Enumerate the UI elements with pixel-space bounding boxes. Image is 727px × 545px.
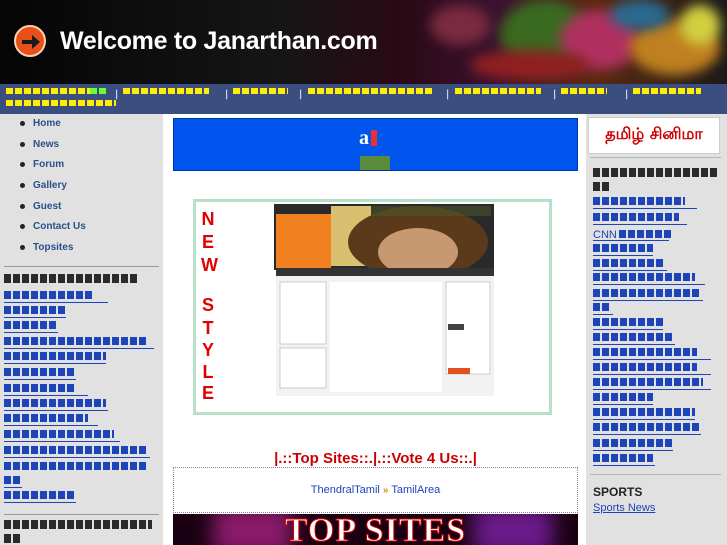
right-link[interactable] bbox=[593, 244, 653, 252]
new-style-letter: N bbox=[201, 209, 215, 229]
tamil-cinema-banner[interactable]: தமிழ் சினிமா bbox=[588, 117, 720, 154]
right-link[interactable] bbox=[593, 259, 665, 267]
tamil-cinema-text: தமிழ் சினிமா bbox=[605, 124, 703, 143]
nav-item-7[interactable] bbox=[633, 87, 701, 96]
nav-item-1[interactable] bbox=[6, 87, 106, 96]
right-section-heading bbox=[593, 168, 717, 177]
arrow-right-icon bbox=[14, 25, 46, 57]
sidebar-link[interactable] bbox=[4, 368, 76, 376]
nav-separator: | bbox=[446, 89, 450, 100]
new-style-letter: W bbox=[201, 255, 218, 275]
nav-item-5[interactable] bbox=[455, 87, 541, 96]
divider bbox=[4, 514, 159, 515]
right-link[interactable] bbox=[593, 408, 695, 416]
sidebar-link[interactable] bbox=[4, 476, 20, 484]
nav-separator: | bbox=[299, 89, 303, 100]
right-link[interactable] bbox=[619, 230, 671, 238]
sidebar-section-heading bbox=[4, 274, 138, 283]
nav-item-6[interactable] bbox=[561, 87, 607, 96]
sports-heading: SPORTS bbox=[593, 485, 643, 499]
nav-item-4[interactable] bbox=[308, 87, 434, 96]
site-title: Welcome to Janarthan.com bbox=[60, 27, 378, 55]
sidebar-link[interactable] bbox=[4, 337, 146, 345]
nav-item-2[interactable] bbox=[123, 87, 209, 96]
nav-item-8[interactable] bbox=[6, 99, 116, 108]
nav-item-3[interactable] bbox=[233, 87, 288, 96]
top-site-link[interactable]: ThendralTamil bbox=[311, 484, 380, 496]
new-style-preview[interactable] bbox=[193, 199, 552, 415]
right-link[interactable] bbox=[593, 454, 653, 462]
menu-item-home[interactable]: Home bbox=[20, 118, 86, 139]
ad-logo-letter: a bbox=[359, 127, 369, 149]
sidebar-link[interactable] bbox=[4, 321, 58, 329]
nav-separator: | bbox=[553, 89, 557, 100]
right-link[interactable] bbox=[593, 213, 679, 221]
divider bbox=[590, 157, 721, 158]
right-link[interactable] bbox=[593, 197, 685, 205]
new-style-letter: L bbox=[202, 362, 214, 382]
sidebar-link[interactable] bbox=[4, 352, 106, 360]
site-header: Welcome to Janarthan.com bbox=[0, 0, 727, 84]
new-style-letter: S bbox=[201, 295, 214, 315]
top-site-link[interactable]: TamilArea bbox=[391, 484, 440, 496]
sidebar-link[interactable] bbox=[4, 491, 76, 499]
divider bbox=[590, 474, 721, 475]
right-section-heading bbox=[593, 182, 609, 191]
right-link[interactable] bbox=[593, 273, 695, 281]
double-arrow-icon: » bbox=[382, 485, 389, 496]
sidebar-link[interactable] bbox=[4, 462, 148, 470]
sidebar-section-heading bbox=[4, 520, 152, 529]
sidebar-link[interactable] bbox=[4, 384, 76, 392]
sports-news-link[interactable]: Sports News bbox=[593, 502, 655, 514]
ad-banner[interactable]: a bbox=[173, 118, 578, 171]
sidebar-link[interactable] bbox=[4, 306, 66, 314]
right-link[interactable] bbox=[593, 423, 701, 431]
new-style-letter: Y bbox=[201, 340, 214, 360]
main-menu: Home News Forum Gallery Guest Contact Us… bbox=[20, 118, 86, 263]
top-sites-links: ThendralTamil » TamilArea bbox=[173, 484, 578, 496]
right-link[interactable] bbox=[593, 378, 703, 386]
right-link[interactable] bbox=[593, 333, 673, 341]
nav-separator: | bbox=[625, 89, 629, 100]
top-sites-heading: |.::Top Sites::.|.::Vote 4 Us::.| bbox=[274, 450, 477, 467]
sidebar-link[interactable] bbox=[4, 291, 94, 299]
ad-logo: a bbox=[359, 128, 377, 148]
menu-item-guest[interactable]: Guest bbox=[20, 201, 86, 222]
sidebar-link[interactable] bbox=[4, 399, 106, 407]
new-style-letter: E bbox=[201, 232, 214, 252]
nav-separator: | bbox=[225, 89, 229, 100]
sidebar-link[interactable] bbox=[4, 414, 88, 422]
divider bbox=[4, 266, 159, 267]
right-link[interactable] bbox=[593, 439, 673, 447]
right-link[interactable] bbox=[593, 393, 653, 401]
menu-item-contact-us[interactable]: Contact Us bbox=[20, 221, 86, 242]
menu-item-gallery[interactable]: Gallery bbox=[20, 180, 86, 201]
sidebar-link[interactable] bbox=[4, 446, 148, 454]
site-preview-image bbox=[274, 204, 494, 396]
right-link[interactable] bbox=[593, 348, 697, 356]
right-link[interactable] bbox=[593, 363, 697, 371]
new-style-letter: E bbox=[201, 383, 214, 403]
right-link[interactable] bbox=[593, 318, 663, 326]
sidebar-section-heading bbox=[4, 534, 20, 543]
right-link[interactable] bbox=[593, 303, 611, 311]
menu-item-topsites[interactable]: Topsites bbox=[20, 242, 86, 263]
menu-item-forum[interactable]: Forum bbox=[20, 159, 86, 180]
topsites-banner-text: TOP SITES bbox=[284, 514, 467, 545]
new-style-letter: T bbox=[202, 318, 214, 338]
right-link[interactable] bbox=[593, 289, 699, 297]
menu-item-news[interactable]: News bbox=[20, 139, 86, 160]
sidebar-link[interactable] bbox=[4, 430, 114, 438]
topsites-banner[interactable]: TOP SITES bbox=[173, 514, 578, 545]
